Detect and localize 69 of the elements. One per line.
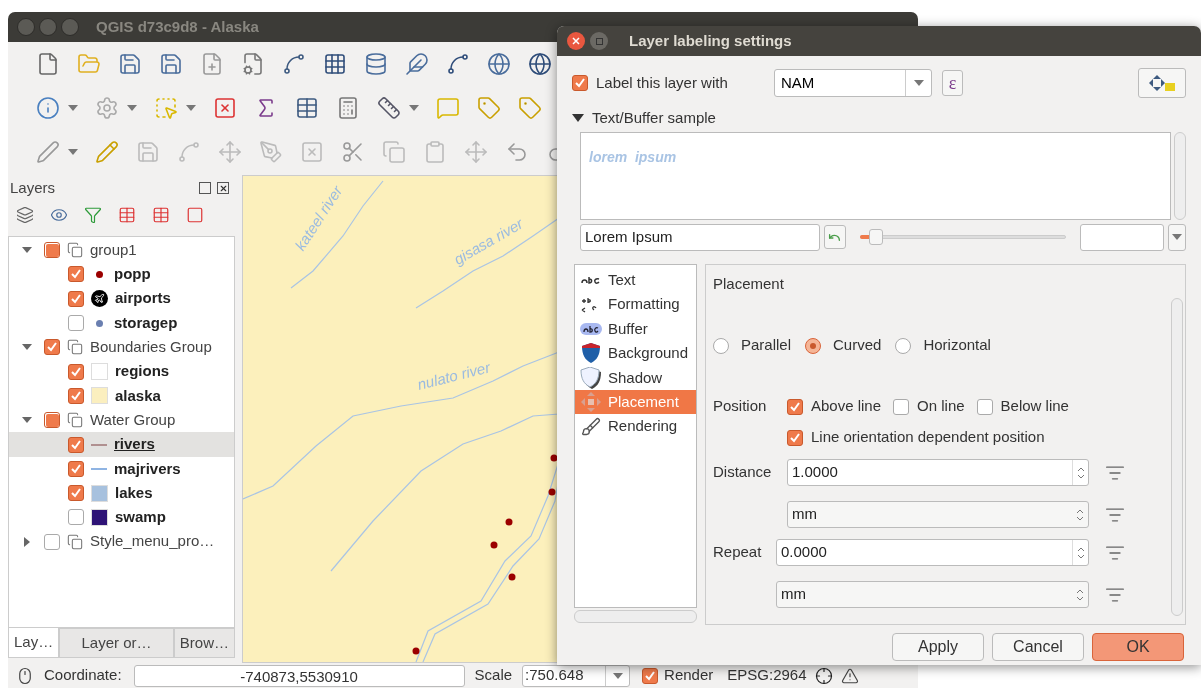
layer-label: rivers [114,434,155,455]
group-row[interactable]: group1 [9,238,234,263]
field-combo[interactable]: NAM [774,69,932,97]
section-header[interactable]: Text/Buffer sample [592,106,716,130]
category-item[interactable]: Rendering [575,414,696,439]
layer-row[interactable]: alaska [9,383,234,409]
group-label: Water Group [90,409,176,430]
layer-label: majrivers [114,458,181,479]
group-label: Style_menu_pro… [90,531,215,552]
radio-label[interactable]: Parallel [741,334,792,357]
checkbox-label[interactable]: Below line [1000,395,1069,418]
layer-row[interactable]: swamp [9,505,234,530]
expression-button[interactable]: ε [942,70,963,96]
panel-heading: Placement [713,274,785,294]
layer-row[interactable]: regions [9,359,234,384]
dock-tab[interactable]: Layer or… [59,628,174,658]
status-label: Coordinate: [44,665,122,686]
category-item[interactable]: Text [575,268,696,293]
coordinate-field[interactable]: -740873,5530910 [133,664,465,687]
checkbox-label[interactable]: On line [917,395,965,418]
status-label: Scale [474,665,513,686]
layer-label: popp [114,264,151,285]
checkbox-label[interactable]: Label this layer with [596,71,756,95]
sample-text: lorem ipsum [589,149,677,165]
layer-label: lakes [115,482,153,503]
dialog-title: Layer labeling settings [629,30,792,51]
crs-button[interactable]: EPSG:2964 [727,664,807,687]
layer-label: alaska [115,385,161,406]
layer-row[interactable]: majrivers [9,456,234,481]
dialog-button[interactable]: Apply [892,633,984,661]
dialog-button[interactable]: OK [1092,633,1184,661]
layer-label: airports [115,288,171,309]
layer-row[interactable]: airports [9,286,234,311]
unit-combo[interactable]: mm [787,501,1089,528]
layer-label: storagep [114,312,178,333]
field-label: Distance [713,462,773,483]
checkbox-label[interactable]: Line orientation dependent position [811,426,1045,449]
group-row[interactable]: Water Group [9,408,234,433]
layer-row[interactable]: rivers [9,432,234,457]
layer-row[interactable]: storagep [9,310,234,336]
radio-label[interactable]: Horizontal [923,334,991,357]
group-row[interactable]: Style_menu_pro… [9,529,234,554]
group-row[interactable]: Boundaries Group [9,335,234,360]
field-label: Repeat [713,542,763,563]
panel-title: Layers [10,177,57,198]
unit-combo[interactable]: mm [776,581,1089,608]
layer-row[interactable]: lakes [9,480,234,506]
scale-field[interactable]: :750.648 [522,664,631,687]
window-title: QGIS d73c9d8 - Alaska [96,16,259,37]
river-label: nulato river [415,358,492,393]
category-item[interactable]: Background [575,341,696,366]
number-field[interactable]: 0.0000 [776,539,1089,566]
layer-row[interactable]: popp [9,262,234,287]
dialog-button[interactable]: Cancel [992,633,1084,661]
field-label: Position [713,396,768,417]
checkbox-label[interactable]: Above line [811,395,882,418]
preview-text-field[interactable]: Lorem Ipsum [580,223,820,251]
group-label: Boundaries Group [90,337,212,358]
category-item[interactable]: Formatting [575,292,696,317]
category-item[interactable]: Buffer [575,316,696,342]
group-label: group1 [90,239,137,260]
category-item[interactable]: Shadow [575,365,696,390]
number-field[interactable]: 1.0000 [787,459,1089,486]
layer-label: regions [115,361,170,382]
layer-label: swamp [115,507,166,528]
checkbox-label[interactable]: Render [664,664,714,687]
dock-tab[interactable]: Brow… [173,628,235,658]
dock-tab[interactable]: Lay… [8,628,60,658]
radio-label[interactable]: Curved [833,334,882,357]
